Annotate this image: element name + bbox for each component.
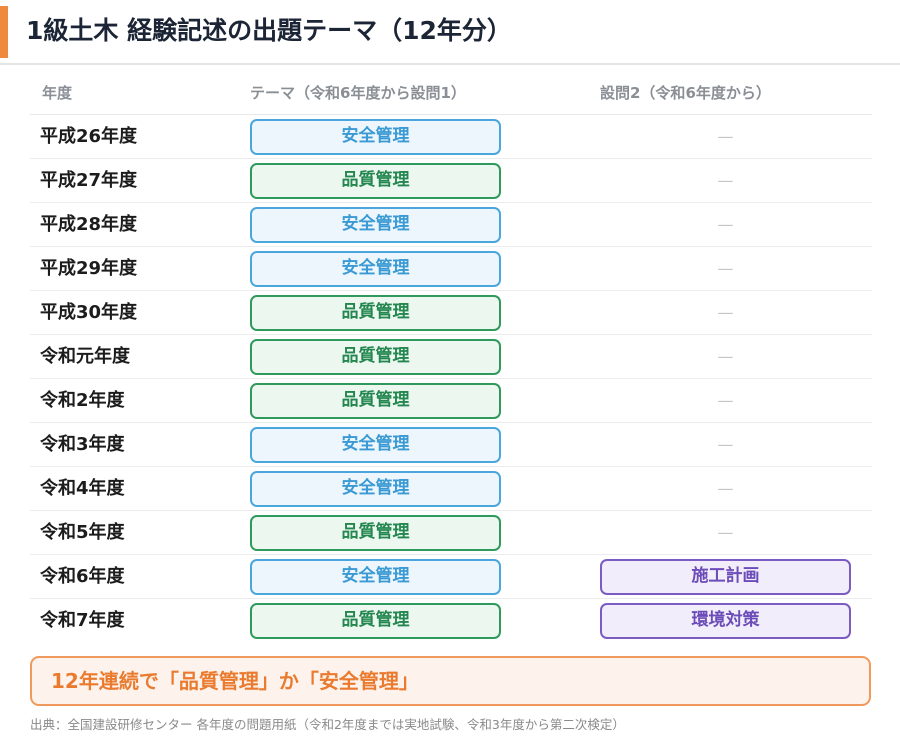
year-cell: 令和5年度 (40, 522, 125, 543)
theme-table: 年度 テーマ（令和6年度から設問1） 設問2（令和6年度から） 平成26年度安全… (30, 72, 872, 643)
table-row: 平成30年度 品質管理 — (30, 291, 872, 335)
year-cell: 令和元年度 (40, 346, 130, 367)
theme-badge: 品質管理 (250, 603, 501, 639)
accent-bar (0, 6, 8, 58)
question2-empty-dash: — (717, 391, 734, 410)
question2-badge: 施工計画 (600, 559, 851, 595)
year-cell: 平成27年度 (40, 170, 138, 191)
theme-badge: 品質管理 (250, 383, 501, 419)
table-row: 令和元年度 品質管理 — (30, 335, 872, 379)
question2-empty-dash: — (717, 215, 734, 234)
question2-empty-dash: — (717, 479, 734, 498)
question2-empty-dash: — (717, 435, 734, 454)
table-row: 令和4年度 安全管理 — (30, 467, 872, 511)
theme-badge: 安全管理 (250, 251, 501, 287)
year-cell: 令和6年度 (40, 566, 125, 587)
theme-badge: 品質管理 (250, 339, 501, 375)
question2-empty-dash: — (717, 171, 734, 190)
column-header-year: 年度 (42, 84, 73, 102)
year-cell: 令和4年度 (40, 478, 125, 499)
table-body: 平成26年度 安全管理 — 平成27年度 品質管理 — 平成28年度 安全管理 — 平成29年度安… (30, 115, 872, 643)
question2-empty-dash: — (717, 127, 734, 146)
page: 1級土木 経験記述の出題テーマ（12年分） 年度 テーマ（令和6年度から設問1）… (0, 0, 900, 742)
question2-empty-dash: — (717, 259, 734, 278)
year-cell: 平成26年度 (40, 126, 138, 147)
theme-badge: 安全管理 (250, 207, 501, 243)
table-row: 令和3年度 安全管理 — (30, 423, 872, 467)
theme-badge: 品質管理 (250, 295, 501, 331)
summary-callout-text: 12年連続で「品質管理」か「安全管理」 (51, 669, 419, 693)
column-header-question2: 設問2（令和6年度から） (600, 84, 771, 102)
page-title: 1級土木 経験記述の出題テーマ（12年分） (26, 16, 512, 45)
year-cell: 平成30年度 (40, 302, 138, 323)
column-header-theme: テーマ（令和6年度から設問1） (250, 84, 466, 102)
header: 1級土木 経験記述の出題テーマ（12年分） (0, 0, 900, 65)
year-cell: 平成29年度 (40, 258, 138, 279)
theme-badge: 安全管理 (250, 427, 501, 463)
theme-badge: 品質管理 (250, 515, 501, 551)
theme-badge: 安全管理 (250, 119, 501, 155)
year-cell: 令和2年度 (40, 390, 125, 411)
year-cell: 令和7年度 (40, 610, 125, 631)
table-row: 平成29年度 安全管理 — (30, 247, 872, 291)
theme-badge: 品質管理 (250, 163, 501, 199)
question2-empty-dash: — (717, 303, 734, 322)
table-row: 平成27年度 品質管理 — (30, 159, 872, 203)
source-note: 出典：全国建設研修センター 各年度の問題用紙（令和2年度までは実地試験、令和3年… (30, 717, 625, 732)
table-row: 平成28年度 安全管理 — (30, 203, 872, 247)
table-row: 平成26年度 安全管理 — (30, 115, 872, 159)
table-row: 令和5年度 品質管理 — (30, 511, 872, 555)
theme-badge: 安全管理 (250, 471, 501, 507)
table-row: 令和2年度 品質管理 — (30, 379, 872, 423)
question2-empty-dash: — (717, 347, 734, 366)
question2-badge: 環境対策 (600, 603, 851, 639)
year-cell: 平成28年度 (40, 214, 138, 235)
table-row: 令和6年度 安全管理 施工計画 (30, 555, 872, 599)
theme-badge: 安全管理 (250, 559, 501, 595)
question2-empty-dash: — (717, 523, 734, 542)
year-cell: 令和3年度 (40, 434, 125, 455)
summary-callout: 12年連続で「品質管理」か「安全管理」 (30, 656, 871, 706)
table-header: 年度 テーマ（令和6年度から設問1） 設問2（令和6年度から） (30, 72, 872, 115)
table-row: 令和7年度 品質管理 環境対策 (30, 599, 872, 643)
